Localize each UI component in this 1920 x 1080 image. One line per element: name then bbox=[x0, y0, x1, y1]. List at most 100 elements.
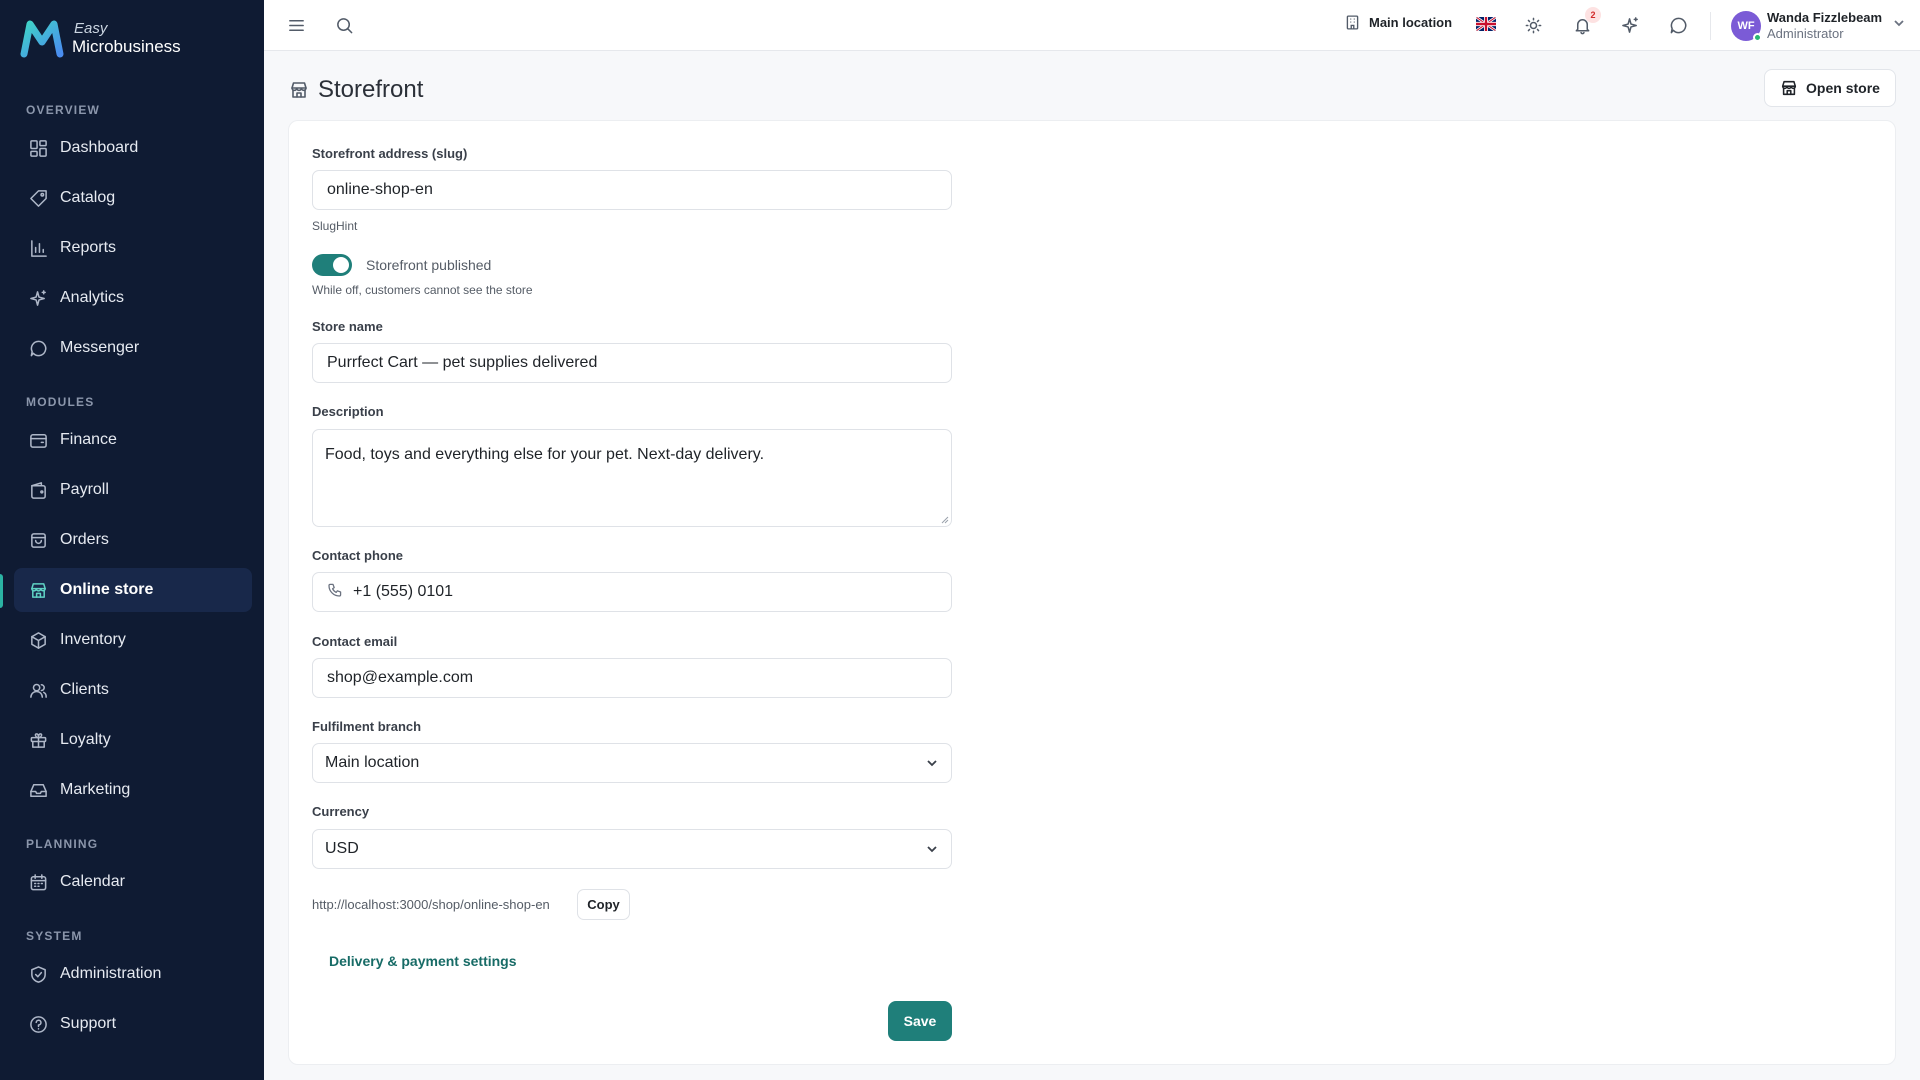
store-icon bbox=[28, 580, 48, 600]
sidebar-item-label: Dashboard bbox=[60, 139, 139, 156]
inbox-icon bbox=[28, 780, 48, 800]
user-menu[interactable]: WF Wanda Fizzlebeam Administrator bbox=[1731, 10, 1906, 42]
sidebar-item-clients[interactable]: Clients bbox=[14, 668, 252, 712]
page-title-text: Storefront bbox=[318, 76, 424, 103]
location-switcher[interactable]: Main location bbox=[1344, 14, 1452, 31]
published-hint: While off, customers cannot see the stor… bbox=[312, 283, 533, 297]
sidebar-item-messenger[interactable]: Messenger bbox=[14, 326, 252, 370]
chat-icon bbox=[28, 338, 48, 358]
sidebar-item-label: Support bbox=[60, 1015, 117, 1032]
chat-icon[interactable] bbox=[1667, 14, 1689, 36]
brand-name: Microbusiness bbox=[72, 37, 181, 56]
phone-field[interactable]: +1 (555) 0101 bbox=[312, 572, 952, 612]
sidebar-item-support[interactable]: Support bbox=[14, 1002, 252, 1046]
building-icon bbox=[1346, 15, 1359, 30]
sidebar-item-administration[interactable]: Administration bbox=[14, 952, 252, 996]
slug-field[interactable]: online-shop-en bbox=[312, 170, 952, 210]
branch-select[interactable]: Main location bbox=[312, 743, 952, 783]
sidebar-item-label: Calendar bbox=[60, 873, 125, 890]
sidebar-item-calendar[interactable]: Calendar bbox=[14, 860, 252, 904]
sidebar-item-dashboard[interactable]: Dashboard bbox=[14, 126, 252, 170]
dashboard-icon bbox=[28, 138, 48, 158]
nav-section-system: SYSTEM bbox=[26, 929, 83, 943]
email-field[interactable]: shop@example.com bbox=[312, 658, 952, 698]
sidebar-item-orders[interactable]: Orders bbox=[14, 518, 252, 562]
email-value: shop@example.com bbox=[327, 669, 474, 686]
chevron-down-icon bbox=[1892, 16, 1906, 35]
gift-icon bbox=[28, 730, 48, 750]
sidebar-item-label: Finance bbox=[60, 431, 117, 448]
sidebar-item-inventory[interactable]: Inventory bbox=[14, 618, 252, 662]
wallet-icon bbox=[28, 480, 48, 500]
notification-badge: 2 bbox=[1585, 7, 1601, 23]
bag-icon bbox=[28, 530, 48, 550]
user-name: Wanda Fizzlebeam bbox=[1767, 10, 1883, 25]
bar-chart-icon bbox=[28, 238, 48, 258]
sidebar-item-label: Marketing bbox=[60, 781, 131, 798]
user-role: Administrator bbox=[1767, 25, 1844, 41]
sidebar-item-reports[interactable]: Reports bbox=[14, 226, 252, 270]
open-store-button[interactable]: Open store bbox=[1764, 69, 1896, 107]
save-button[interactable]: Save bbox=[888, 1001, 952, 1041]
sidebar-item-label: Payroll bbox=[60, 481, 109, 498]
published-label: Storefront published bbox=[366, 257, 492, 273]
sidebar-item-label: Reports bbox=[60, 239, 117, 256]
topbar-divider bbox=[1710, 12, 1711, 40]
ai-assistant-icon[interactable] bbox=[1619, 14, 1641, 36]
description-textarea[interactable]: Food, toys and everything else for your … bbox=[312, 429, 952, 527]
nav-section-overview: OVERVIEW bbox=[26, 103, 101, 117]
store-name-label: Store name bbox=[312, 319, 383, 334]
branch-label: Fulfilment branch bbox=[312, 719, 422, 734]
online-status-dot bbox=[1753, 32, 1762, 42]
brand-tagline: Easy bbox=[74, 20, 108, 37]
help-icon bbox=[28, 1014, 48, 1034]
phone-icon bbox=[327, 582, 343, 603]
store-icon bbox=[291, 82, 307, 98]
active-indicator bbox=[0, 574, 3, 608]
search-icon[interactable] bbox=[333, 14, 355, 36]
avatar: WF bbox=[1731, 10, 1762, 42]
theme-toggle-icon[interactable] bbox=[1522, 14, 1544, 36]
nav-section-planning: PLANNING bbox=[26, 837, 99, 851]
sidebar-item-payroll[interactable]: Payroll bbox=[14, 468, 252, 512]
slug-label: Storefront address (slug) bbox=[312, 146, 468, 161]
sidebar-item-label: Loyalty bbox=[60, 731, 111, 748]
menu-icon[interactable] bbox=[285, 14, 307, 36]
avatar-initials: WF bbox=[1737, 19, 1755, 32]
sidebar-item-catalog[interactable]: Catalog bbox=[14, 176, 252, 220]
wallet-icon bbox=[28, 430, 48, 450]
description-value: Food, toys and everything else for your … bbox=[325, 446, 765, 463]
delivery-payment-settings-link[interactable]: Delivery & payment settings bbox=[329, 953, 517, 969]
language-flag-icon[interactable] bbox=[1476, 17, 1496, 31]
slug-hint: SlugHint bbox=[312, 219, 358, 233]
shield-icon bbox=[28, 964, 48, 984]
sidebar-item-label: Clients bbox=[60, 681, 109, 698]
nav-section-modules: MODULES bbox=[26, 395, 95, 409]
sidebar-item-loyalty[interactable]: Loyalty bbox=[14, 718, 252, 762]
chevron-down-icon bbox=[925, 842, 939, 861]
sidebar-item-label: Inventory bbox=[60, 631, 126, 648]
email-label: Contact email bbox=[312, 634, 398, 649]
brand[interactable]: Easy Microbusiness bbox=[20, 18, 181, 58]
copy-url-button[interactable]: Copy bbox=[577, 889, 630, 920]
store-name-field[interactable]: Purrfect Cart — pet supplies delivered bbox=[312, 343, 952, 383]
phone-label: Contact phone bbox=[312, 548, 403, 563]
published-toggle[interactable] bbox=[312, 254, 352, 276]
currency-select[interactable]: USD bbox=[312, 829, 952, 869]
store-name-value: Purrfect Cart — pet supplies delivered bbox=[327, 354, 598, 371]
users-icon bbox=[28, 680, 48, 700]
sidebar-item-finance[interactable]: Finance bbox=[14, 418, 252, 462]
sidebar-item-marketing[interactable]: Marketing bbox=[14, 768, 252, 812]
sidebar-item-label: Analytics bbox=[60, 289, 125, 306]
sidebar-item-analytics[interactable]: Analytics bbox=[14, 276, 252, 320]
currency-label: Currency bbox=[312, 804, 370, 819]
store-icon bbox=[1781, 80, 1797, 96]
store-url: http://localhost:3000/shop/online-shop-e… bbox=[312, 897, 550, 912]
box-icon bbox=[28, 630, 48, 650]
resize-grip-icon[interactable] bbox=[939, 514, 949, 524]
sidebar: Easy Microbusiness OVERVIEW MODULES PLAN… bbox=[0, 0, 264, 1080]
sparkles-icon bbox=[28, 288, 48, 308]
sidebar-item-label: Online store bbox=[60, 581, 154, 598]
location-label: Main location bbox=[1369, 15, 1453, 30]
sidebar-item-online-store[interactable]: Online store bbox=[14, 568, 252, 612]
